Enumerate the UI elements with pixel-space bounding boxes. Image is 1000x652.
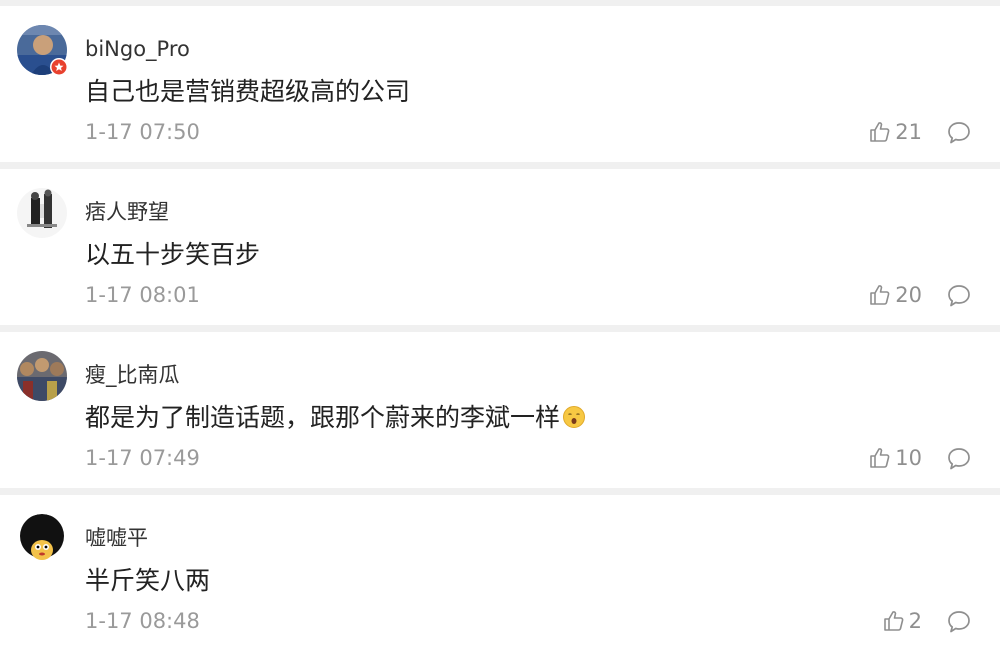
- avatar-black-white-figure-icon: [17, 188, 67, 238]
- avatar-afro-cartoon-icon: [17, 514, 67, 564]
- like-button[interactable]: 20: [868, 281, 922, 309]
- yawn-emoji-icon: [562, 403, 586, 439]
- like-count: 21: [895, 120, 922, 144]
- comment-timestamp: 1-17 08:01: [85, 283, 200, 307]
- like-button[interactable]: 21: [868, 118, 922, 146]
- comment-bubble-icon: [948, 285, 970, 307]
- avatar-crowd-photo-icon: [17, 351, 67, 401]
- reply-button[interactable]: [946, 283, 972, 309]
- thumbs-up-icon: [870, 122, 890, 142]
- comment-text-body: 都是为了制造话题，跟那个蔚来的李斌一样: [85, 403, 561, 432]
- comment-username[interactable]: 瘦_比南瓜: [85, 360, 180, 390]
- comment-timestamp: 1-17 08:48: [85, 609, 200, 633]
- comment-text: 半斤笑八两: [85, 566, 211, 595]
- comment-item: 嘘嘘平 半斤笑八两 1-17 08:48 2: [0, 495, 1000, 652]
- comment-timestamp: 1-17 07:49: [85, 446, 200, 470]
- comment-text: 自己也是营销费超级高的公司: [85, 77, 411, 106]
- comment-timestamp: 1-17 07:50: [85, 120, 200, 144]
- comment-item: 痞人野望 以五十步笑百步 1-17 08:01 20: [0, 169, 1000, 325]
- comment-item: 瘦_比南瓜 都是为了制造话题，跟那个蔚来的李斌一样 1-17 07:49 10: [0, 332, 1000, 488]
- comment-username[interactable]: 嘘嘘平: [85, 523, 148, 553]
- thumbs-up-icon: [870, 448, 890, 468]
- verified-badge-icon: [50, 58, 68, 76]
- comment-bubble-icon: [948, 448, 970, 470]
- user-avatar[interactable]: [17, 25, 68, 76]
- reply-button[interactable]: [946, 609, 972, 635]
- reply-button[interactable]: [946, 120, 972, 146]
- comment-username[interactable]: 痞人野望: [85, 197, 169, 227]
- comment-text: 以五十步笑百步: [85, 240, 261, 269]
- user-avatar[interactable]: [17, 351, 67, 401]
- like-count: 2: [908, 609, 922, 633]
- comment-bubble-icon: [948, 122, 970, 144]
- comment-username[interactable]: biNgo_Pro: [85, 34, 190, 64]
- user-avatar[interactable]: [17, 514, 67, 564]
- reply-button[interactable]: [946, 446, 972, 472]
- comment-text: 都是为了制造话题，跟那个蔚来的李斌一样: [85, 400, 586, 439]
- comment-feed: biNgo_Pro 自己也是营销费超级高的公司 1-17 07:50 21 痞人…: [0, 0, 1000, 652]
- like-count: 20: [895, 283, 922, 307]
- user-avatar[interactable]: [17, 188, 67, 238]
- comment-item: biNgo_Pro 自己也是营销费超级高的公司 1-17 07:50 21: [0, 6, 1000, 162]
- like-count: 10: [895, 446, 922, 470]
- thumbs-up-icon: [883, 611, 904, 631]
- like-button[interactable]: 10: [868, 444, 922, 472]
- thumbs-up-icon: [870, 285, 890, 305]
- like-button[interactable]: 2: [882, 607, 922, 635]
- comment-bubble-icon: [948, 611, 970, 633]
